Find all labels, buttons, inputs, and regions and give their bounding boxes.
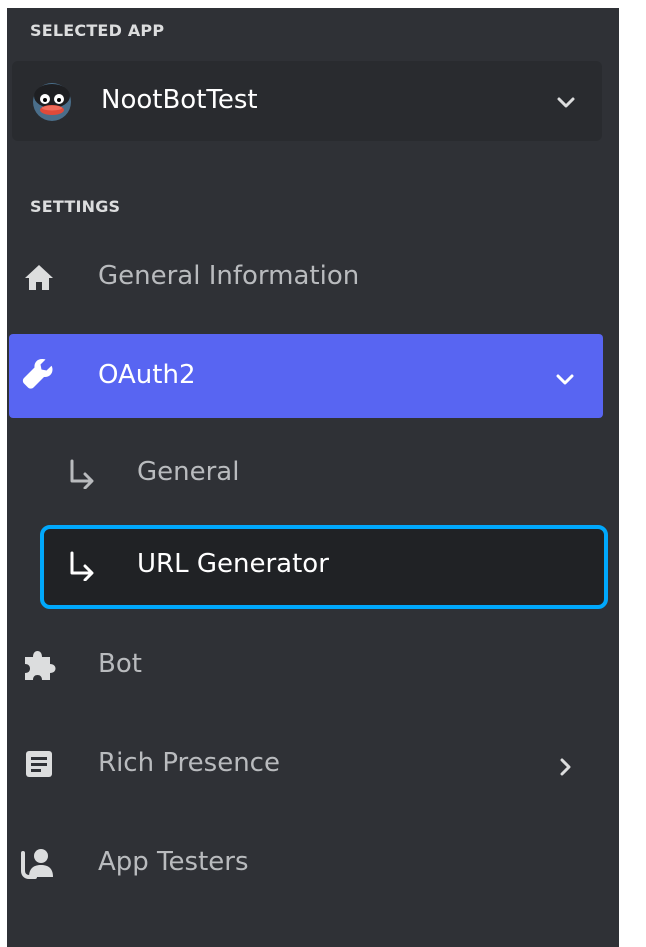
sidebar-item-oauth2[interactable]: OAuth2 bbox=[9, 334, 603, 418]
sidebar-subitem-url-generator[interactable]: URL Generator bbox=[40, 525, 608, 609]
chevron-right-icon bbox=[560, 758, 571, 776]
sidebar-item-label: General bbox=[137, 457, 240, 487]
sidebar-item-rich-presence[interactable]: Rich Presence bbox=[9, 722, 603, 806]
sidebar-item-general-information[interactable]: General Information bbox=[9, 235, 603, 319]
sidebar-item-label: Bot bbox=[98, 649, 142, 679]
sidebar-item-label: Rich Presence bbox=[98, 748, 280, 778]
sidebar-item-bot[interactable]: Bot bbox=[9, 623, 603, 707]
document-icon bbox=[26, 751, 52, 777]
wrench-icon bbox=[22, 359, 53, 389]
testers-icon bbox=[21, 849, 53, 879]
sidebar-item-label: OAuth2 bbox=[98, 360, 196, 390]
chevron-down-icon bbox=[557, 97, 575, 108]
penguin-avatar-icon bbox=[33, 83, 71, 121]
settings-section-label: SETTINGS bbox=[30, 197, 121, 216]
chevron-down-icon bbox=[556, 374, 574, 385]
selected-app-section-label: SELECTED APP bbox=[30, 21, 165, 40]
sidebar-item-label: General Information bbox=[98, 261, 360, 291]
subitem-arrow-icon bbox=[70, 551, 94, 581]
home-icon bbox=[25, 265, 53, 290]
subitem-arrow-icon bbox=[70, 459, 94, 489]
sidebar: SELECTED APP NootBotTest SETTINGS Genera… bbox=[7, 8, 619, 947]
puzzle-icon bbox=[25, 651, 56, 680]
sidebar-subitem-general[interactable]: General bbox=[40, 433, 608, 517]
sidebar-item-app-testers[interactable]: App Testers bbox=[9, 821, 603, 905]
sidebar-item-label: App Testers bbox=[98, 847, 249, 877]
sidebar-item-label: URL Generator bbox=[137, 549, 329, 579]
selected-app-name: NootBotTest bbox=[101, 85, 258, 115]
app-selector-dropdown[interactable]: NootBotTest bbox=[12, 61, 602, 141]
